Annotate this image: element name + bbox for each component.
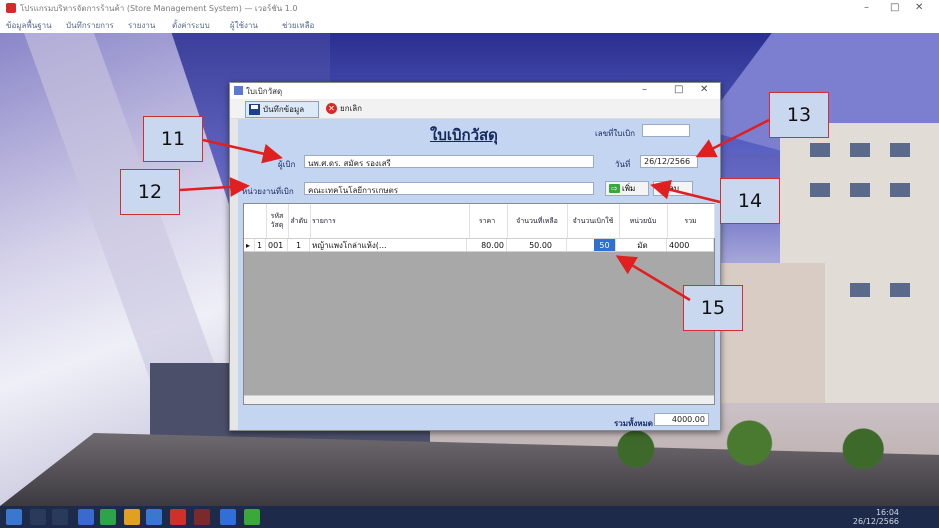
cell-qty[interactable]: 50: [594, 239, 616, 251]
dialog-maximize-button[interactable]: □: [674, 84, 683, 95]
dialog-app-icon: [234, 86, 243, 95]
cell-unit[interactable]: มัด: [619, 239, 667, 251]
search-icon[interactable]: [30, 509, 46, 525]
cell-item[interactable]: หญ้าแพงโกล่าแห้ง(...: [310, 239, 467, 251]
menu-users[interactable]: ผู้ใช้งาน: [230, 19, 258, 32]
grid-header-seq[interactable]: ลำดับ: [288, 204, 311, 238]
cell-code[interactable]: 001: [266, 239, 288, 251]
doc-no-label: เลขที่ใบเบิก: [595, 129, 636, 138]
menu-report[interactable]: รายงาน: [128, 19, 155, 32]
app-icon-dark-red[interactable]: [194, 509, 210, 525]
date-field[interactable]: 26/12/2566: [640, 155, 698, 168]
grid-header-item[interactable]: รายการ: [310, 204, 470, 238]
line-icon[interactable]: [244, 509, 260, 525]
menu-record[interactable]: บันทึกรายการ: [66, 19, 114, 32]
chrome-icon[interactable]: [100, 509, 116, 525]
dialog-minimize-button[interactable]: –: [642, 84, 647, 95]
delete-button[interactable]: ✕ ลบ: [653, 181, 693, 196]
department-field[interactable]: คณะเทคโนโลยีการเกษตร: [304, 182, 594, 195]
grid-header-rowmarker: [244, 204, 267, 238]
dialog-toolbar: บันทึกข้อมูล ✕ ยกเลิก: [230, 100, 720, 119]
add-icon: ⇨: [609, 184, 620, 193]
app-menubar: ข้อมูลพื้นฐาน บันทึกรายการ รายงาน ตั้งค่…: [0, 18, 939, 33]
background-building-lower: [705, 263, 825, 403]
cancel-icon: ✕: [326, 103, 337, 114]
total-field: 4000.00: [654, 413, 709, 426]
app-close-button[interactable]: ✕: [915, 2, 923, 13]
grid-header-price[interactable]: ราคา: [467, 204, 508, 238]
total-label: รวมทั้งหมด: [614, 419, 653, 428]
callout-12: 12: [120, 169, 180, 215]
app-logo-icon: [6, 3, 16, 13]
taskbar-clock[interactable]: 16:04 26/12/2566: [853, 508, 899, 526]
menu-basic-data[interactable]: ข้อมูลพื้นฐาน: [6, 19, 52, 32]
grid-header: รหัสวัสดุ ลำดับ รายการ ราคา จำนวนที่เหลื…: [244, 204, 715, 239]
grid-header-qty[interactable]: จำนวนเบิกใช้: [567, 204, 620, 238]
grid-header-code[interactable]: รหัสวัสดุ: [266, 204, 289, 238]
app-titlebar: โปรแกรมบริหารจัดการร้านค้า (Store Manage…: [0, 0, 939, 19]
app-icon-blue[interactable]: [220, 509, 236, 525]
requisition-dialog: ใบเบิกวัสดุ – □ ✕ บันทึกข้อมูล ✕ ยกเลิก …: [229, 82, 721, 431]
task-view-icon[interactable]: [52, 509, 68, 525]
dialog-left-strip: [230, 119, 238, 430]
app-icon-red[interactable]: [170, 509, 186, 525]
menu-settings[interactable]: ตั้งค่าระบบ: [172, 19, 210, 32]
cell-price[interactable]: 80.00: [467, 239, 507, 251]
form-title: ใบเบิกวัสดุ: [430, 126, 498, 144]
app-maximize-button[interactable]: □: [890, 2, 899, 13]
start-icon[interactable]: [6, 509, 22, 525]
folder-icon[interactable]: [124, 509, 140, 525]
callout-14: 14: [720, 178, 780, 224]
department-label: หน่วยงานที่เบิก: [242, 187, 294, 196]
add-button[interactable]: ⇨ เพิ่ม: [605, 181, 649, 196]
taskbar: 16:04 26/12/2566: [0, 506, 939, 528]
callout-13: 13: [769, 92, 829, 138]
dialog-title: ใบเบิกวัสดุ: [246, 87, 283, 96]
grid-horizontal-scrollbar[interactable]: [244, 395, 714, 404]
taskbar-time: 16:04: [875, 508, 899, 517]
delete-icon: ✕: [657, 182, 666, 194]
cell-total[interactable]: 4000: [667, 239, 714, 251]
row-number: 1: [255, 239, 266, 251]
save-label: บันทึกข้อมูล: [263, 105, 305, 114]
table-row[interactable]: ▸ 1 001 1 หญ้าแพงโกล่าแห้ง(... 80.00 50.…: [244, 239, 714, 252]
save-button[interactable]: บันทึกข้อมูล: [245, 101, 319, 118]
items-grid: รหัสวัสดุ ลำดับ รายการ ราคา จำนวนที่เหลื…: [243, 203, 715, 405]
cell-seq[interactable]: 1: [288, 239, 310, 251]
dialog-body: ใบเบิกวัสดุ เลขที่ใบเบิก ผู้เบิก นพ.ศ.ดร…: [230, 119, 720, 430]
date-label: วันที่: [615, 160, 631, 169]
grid-header-total[interactable]: รวม: [667, 204, 715, 238]
save-icon: [249, 104, 260, 115]
dialog-titlebar: ใบเบิกวัสดุ – □ ✕: [230, 83, 720, 99]
add-label: เพิ่ม: [622, 184, 636, 193]
app-minimize-button[interactable]: –: [864, 2, 869, 13]
requester-label: ผู้เบิก: [278, 160, 296, 169]
store-icon[interactable]: [146, 509, 162, 525]
cancel-button[interactable]: ✕ ยกเลิก: [323, 101, 379, 116]
delete-label: ลบ: [669, 184, 679, 193]
dialog-close-button[interactable]: ✕: [700, 84, 708, 95]
callout-11: 11: [143, 116, 203, 162]
edge-icon[interactable]: [78, 509, 94, 525]
row-marker: ▸: [244, 239, 255, 251]
grid-header-unit[interactable]: หน่วยนับ: [619, 204, 668, 238]
doc-no-field[interactable]: [642, 124, 690, 137]
requester-field[interactable]: นพ.ศ.ดร. สมัคร รองเสรี: [304, 155, 594, 168]
grid-header-remain[interactable]: จำนวนที่เหลือ: [507, 204, 568, 238]
callout-15: 15: [683, 285, 743, 331]
menu-help[interactable]: ช่วยเหลือ: [282, 19, 314, 32]
cell-remain[interactable]: 50.00: [507, 239, 567, 251]
taskbar-date: 26/12/2566: [852, 517, 899, 526]
app-title: โปรแกรมบริหารจัดการร้านค้า (Store Manage…: [20, 4, 298, 13]
cancel-label: ยกเลิก: [340, 104, 363, 113]
